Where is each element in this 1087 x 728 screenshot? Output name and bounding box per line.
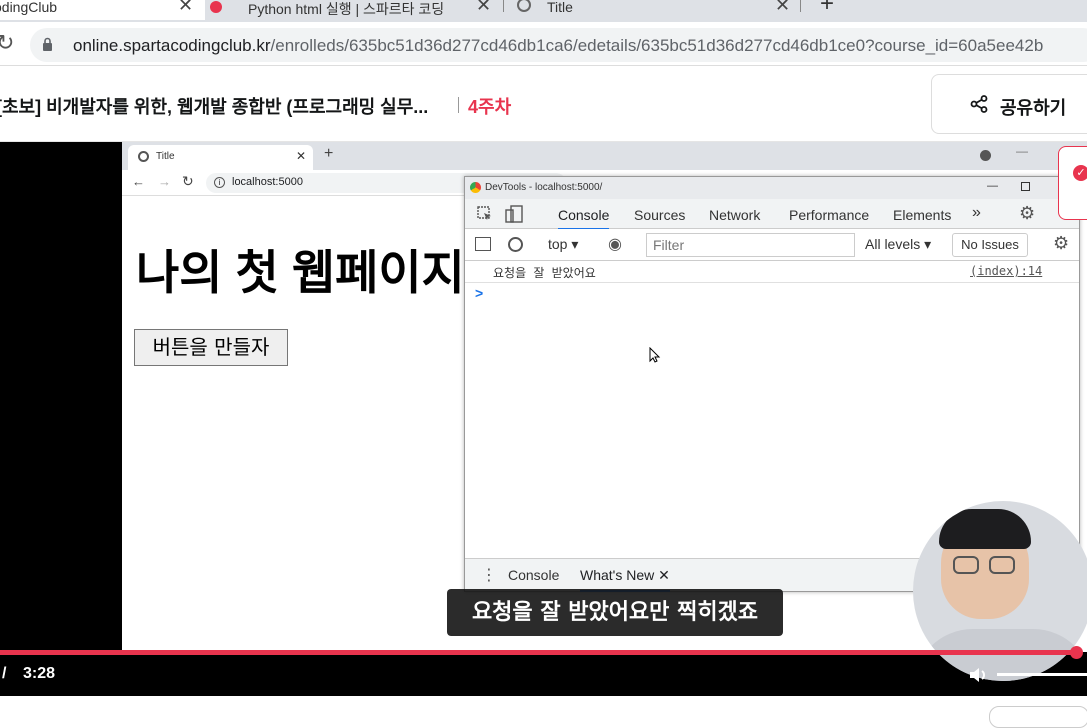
console-prompt: > bbox=[475, 285, 484, 301]
drawer-menu-icon: ⋮ bbox=[481, 567, 497, 584]
check-icon: ✓ bbox=[1073, 165, 1087, 181]
devtools-tab-elements: Elements bbox=[893, 207, 952, 223]
make-button: 버튼을 만들자 bbox=[134, 329, 288, 366]
devtools-tab-network: Network bbox=[709, 207, 761, 223]
console-log-row: 요청을 잘 받았어요 (index):14 bbox=[465, 261, 1079, 283]
inner-tab: Title ✕ bbox=[128, 145, 313, 170]
profile-icon bbox=[980, 150, 991, 161]
devtools-tab-performance: Performance bbox=[789, 207, 870, 223]
notification-toast: ✓ bbox=[1058, 146, 1087, 220]
minimize-icon: — bbox=[987, 180, 998, 192]
tab-label: Python html 실행 | 스파르타 코딩 bbox=[248, 1, 445, 17]
mouse-cursor-icon bbox=[649, 346, 661, 366]
address-row: ↻ online.spartacodingclub.kr/enrolleds/6… bbox=[0, 22, 1087, 66]
devtools-title: DevTools - localhost:5000/ bbox=[485, 182, 603, 193]
eye-icon: ◉ bbox=[608, 236, 622, 253]
hair bbox=[939, 509, 1031, 549]
tab-strip: odingClub ✕ Python html 실행 | 스파르타 코딩 ✕ T… bbox=[0, 0, 1087, 22]
log-source: (index):14 bbox=[970, 264, 1043, 278]
levels-select: All levels ▾ bbox=[865, 236, 932, 252]
close-icon[interactable]: ✕ bbox=[178, 0, 193, 16]
close-icon[interactable]: ✕ bbox=[775, 0, 790, 16]
tab-spartacodingclub[interactable]: odingClub ✕ bbox=[0, 0, 205, 20]
issues-button: No Issues bbox=[952, 233, 1028, 257]
course-title: [초보] 비개발자를 위한, 웹개발 종합반 (프로그래밍 실무... bbox=[0, 97, 429, 117]
context-value: top bbox=[548, 236, 568, 252]
filter-input: Filter bbox=[646, 233, 855, 257]
page-heading: 나의 첫 웹페이지 bbox=[136, 246, 465, 299]
reload-icon: ↻ bbox=[182, 173, 194, 189]
course-header: [초보] 비개발자를 위한, 웹개발 종합반 (프로그래밍 실무... 4주차 … bbox=[0, 67, 1087, 142]
settings-icon: ⚙ bbox=[1053, 233, 1070, 253]
globe-icon bbox=[517, 0, 531, 12]
inspect-icon bbox=[477, 206, 493, 222]
devtools-tabs: Console Sources Network Performance Elem… bbox=[465, 199, 1079, 230]
volume-slider[interactable] bbox=[997, 673, 1087, 676]
info-icon: i bbox=[214, 177, 225, 188]
omnibox[interactable]: online.spartacodingclub.kr/enrolleds/635… bbox=[30, 28, 1087, 62]
tab-divider bbox=[800, 0, 801, 12]
url-text: online.spartacodingclub.kr/enrolleds/635… bbox=[73, 36, 1043, 56]
back-icon: ← bbox=[132, 174, 145, 189]
device-toggle-icon bbox=[505, 205, 523, 223]
new-tab-icon[interactable]: + bbox=[820, 0, 834, 18]
drawer-tab-whats-new-label: What's New bbox=[580, 567, 655, 583]
tab-label: Title bbox=[547, 0, 573, 15]
progress-bar[interactable] bbox=[0, 650, 1077, 655]
forward-icon: → bbox=[158, 174, 171, 189]
bottom-widget[interactable] bbox=[989, 706, 1087, 728]
context-select: top ▾ bbox=[548, 236, 579, 252]
maximize-icon bbox=[1021, 182, 1030, 191]
tab-title[interactable]: Title ✕ bbox=[505, 0, 795, 20]
devtools-tab-console: Console bbox=[558, 207, 610, 230]
video-player[interactable]: Title ✕ + — ← → ↻ i localhost:5000 나의 첫 … bbox=[0, 142, 1087, 696]
inner-tab-strip: Title ✕ + — bbox=[122, 142, 1087, 170]
share-button[interactable]: 공유하기 bbox=[931, 74, 1087, 134]
tab-label: odingClub bbox=[0, 0, 58, 15]
inner-tab-title: Title bbox=[156, 151, 175, 162]
sidebar-toggle-icon bbox=[475, 237, 491, 251]
levels-value: All levels bbox=[865, 236, 921, 252]
week-label: 4주차 bbox=[468, 97, 512, 117]
more-tabs-icon: » bbox=[972, 204, 981, 221]
close-icon[interactable]: ✕ bbox=[476, 0, 491, 16]
bottom-strip bbox=[0, 696, 1087, 728]
divider bbox=[458, 97, 459, 113]
drawer-tab-console: Console bbox=[508, 567, 560, 583]
devtools-tab-sources: Sources bbox=[634, 207, 686, 223]
chrome-icon bbox=[470, 182, 481, 193]
url-path: /enrolleds/635bc51d36d277cd46db1ca6/edet… bbox=[270, 36, 1044, 55]
log-message: 요청을 잘 받았어요 bbox=[493, 266, 596, 280]
lock-icon[interactable] bbox=[42, 37, 53, 51]
close-icon: ✕ bbox=[296, 149, 307, 163]
close-icon: ✕ bbox=[658, 567, 670, 583]
devtools-titlebar: DevTools - localhost:5000/ — bbox=[465, 177, 1079, 199]
time-separator: / bbox=[2, 665, 7, 682]
inner-url: localhost:5000 bbox=[232, 176, 303, 188]
new-tab-icon: + bbox=[324, 145, 334, 162]
reload-icon[interactable]: ↻ bbox=[0, 30, 14, 56]
console-toolbar: top ▾ ◉ Filter All levels ▾ No Issues ⚙ bbox=[465, 229, 1079, 261]
tab-divider bbox=[503, 0, 504, 12]
subtitle: 요청을 잘 받았어요만 찍히겠죠 bbox=[447, 589, 783, 636]
heart-icon bbox=[210, 1, 222, 13]
globe-icon bbox=[138, 151, 149, 162]
url-host: online.spartacodingclub.kr bbox=[73, 36, 271, 55]
minimize-icon: — bbox=[1016, 144, 1028, 158]
volume-icon[interactable] bbox=[968, 666, 988, 684]
share-label: 공유하기 bbox=[1000, 98, 1067, 118]
duration: 3:28 bbox=[23, 665, 56, 682]
glasses-left bbox=[953, 556, 979, 574]
share-icon bbox=[970, 95, 988, 118]
tab-python-html[interactable]: Python html 실행 | 스파르타 코딩 ✕ bbox=[210, 0, 500, 20]
clear-console-icon bbox=[508, 237, 523, 252]
glasses-right bbox=[989, 556, 1015, 574]
settings-icon: ⚙ bbox=[1019, 203, 1036, 223]
